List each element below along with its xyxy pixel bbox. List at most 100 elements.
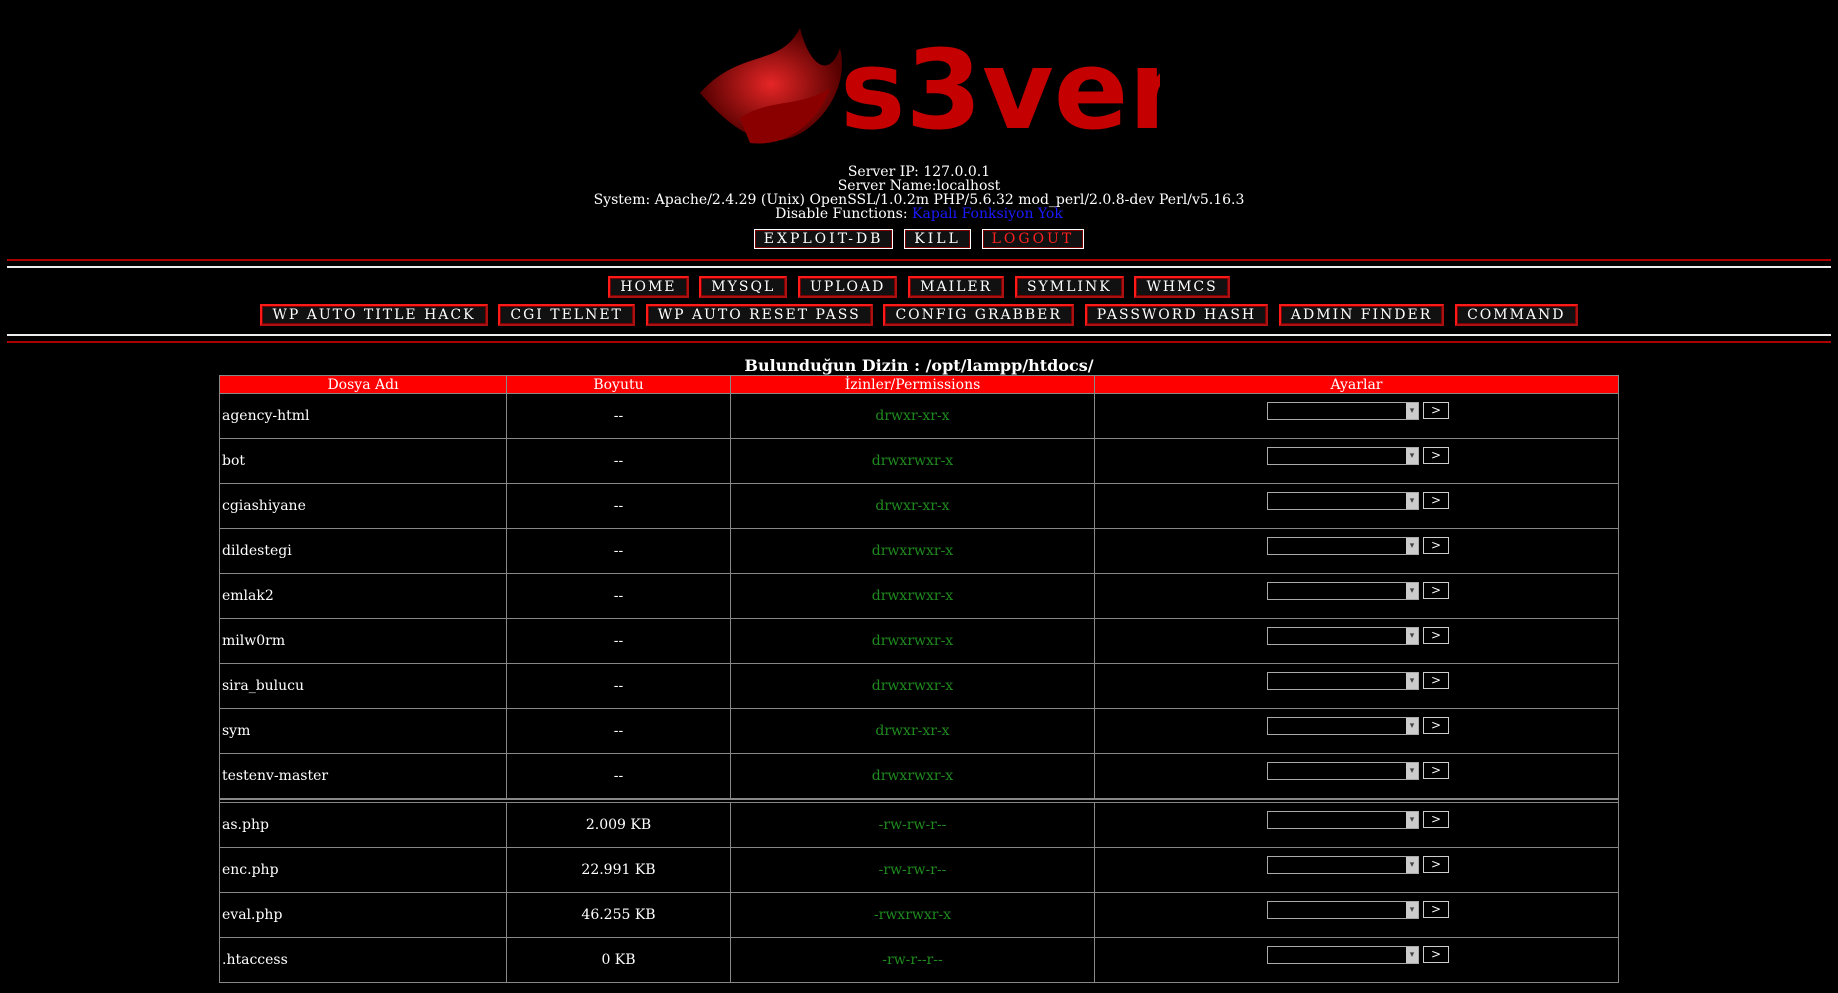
actions-cell: ▾ > [1094,483,1619,529]
chevron-down-icon: ▾ [1406,403,1418,419]
actions-cell: ▾ > [1094,663,1619,709]
wp-auto-reset-pass-button[interactable]: WP AUTO RESET PASS [645,304,873,326]
file-size: -- [506,708,731,754]
file-permissions[interactable]: -rwxrwxr-x [730,892,1095,938]
cgi-telnet-button[interactable]: CGI TELNET [498,304,635,326]
upload-button[interactable]: UPLOAD [798,276,898,298]
file-permissions[interactable]: drwxrwxr-x [730,618,1095,664]
divider [7,266,1831,268]
go-button[interactable]: > [1423,447,1449,464]
action-select[interactable]: ▾ [1267,762,1419,780]
action-select[interactable]: ▾ [1267,901,1419,919]
directory-name[interactable]: sira_bulucu [219,663,507,709]
file-size: -- [506,663,731,709]
action-select[interactable]: ▾ [1267,537,1419,555]
file-permissions[interactable]: drwxr-xr-x [730,393,1095,439]
go-button[interactable]: > [1423,582,1449,599]
file-permissions[interactable]: drwxrwxr-x [730,438,1095,484]
action-select[interactable]: ▾ [1267,447,1419,465]
file-name[interactable]: eval.php [219,892,507,938]
go-button[interactable]: > [1423,537,1449,554]
home-button[interactable]: HOME [608,276,689,298]
directory-name[interactable]: agency-html [219,393,507,439]
file-size: 46.255 KB [506,892,731,938]
directory-name[interactable]: cgiashiyane [219,483,507,529]
chevron-down-icon: ▾ [1406,947,1418,963]
directory-row: testenv-master -- drwxrwxr-x ▾ > [219,753,1619,800]
chevron-down-icon: ▾ [1406,673,1418,689]
file-name[interactable]: as.php [219,802,507,848]
action-select[interactable]: ▾ [1267,492,1419,510]
wp-auto-title-hack-button[interactable]: WP AUTO TITLE HACK [260,304,488,326]
whmcs-button[interactable]: WHMCS [1134,276,1230,298]
go-button[interactable]: > [1423,811,1449,828]
logout-button[interactable]: LOGOUT [981,229,1085,249]
action-select[interactable]: ▾ [1267,402,1419,420]
command-button[interactable]: COMMAND [1455,304,1578,326]
file-size: -- [506,483,731,529]
header-actions: Ayarlar [1094,375,1619,394]
actions-cell: ▾ > [1094,847,1619,893]
file-permissions[interactable]: -rw-rw-r-- [730,802,1095,848]
mailer-button[interactable]: MAILER [908,276,1005,298]
directory-name[interactable]: milw0rm [219,618,507,664]
directory-row: milw0rm -- drwxrwxr-x ▾ > [219,618,1619,664]
actions-cell: ▾ > [1094,393,1619,439]
go-button[interactable]: > [1423,901,1449,918]
actions-cell: ▾ > [1094,573,1619,619]
file-name[interactable]: .htaccess [219,937,507,983]
actions-cell: ▾ > [1094,528,1619,574]
go-button[interactable]: > [1423,856,1449,873]
directory-row: cgiashiyane -- drwxr-xr-x ▾ > [219,483,1619,529]
exploit-db-button[interactable]: EXPLOIT-DB [753,229,894,249]
file-permissions[interactable]: -rw-r--r-- [730,937,1095,983]
go-button[interactable]: > [1423,492,1449,509]
file-permissions[interactable]: drwxrwxr-x [730,573,1095,619]
go-button[interactable]: > [1423,946,1449,963]
action-select[interactable]: ▾ [1267,672,1419,690]
header-permissions: İzinler/Permissions [730,375,1095,394]
action-select[interactable]: ▾ [1267,811,1419,829]
go-button[interactable]: > [1423,762,1449,779]
file-size: -- [506,438,731,484]
directory-name[interactable]: testenv-master [219,753,507,800]
actions-cell: ▾ > [1094,753,1619,800]
file-permissions[interactable]: drwxrwxr-x [730,663,1095,709]
go-button[interactable]: > [1423,627,1449,644]
config-grabber-button[interactable]: CONFIG GRABBER [883,304,1074,326]
chevron-down-icon: ▾ [1406,857,1418,873]
action-select[interactable]: ▾ [1267,946,1419,964]
file-permissions[interactable]: drwxr-xr-x [730,708,1095,754]
chevron-down-icon: ▾ [1406,902,1418,918]
admin-finder-button[interactable]: ADMIN FINDER [1278,304,1445,326]
go-button[interactable]: > [1423,402,1449,419]
chevron-down-icon: ▾ [1406,493,1418,509]
file-permissions[interactable]: drwxrwxr-x [730,753,1095,800]
directory-name[interactable]: dildestegi [219,528,507,574]
directory-name[interactable]: emlak2 [219,573,507,619]
file-permissions[interactable]: drwxrwxr-x [730,528,1095,574]
action-select[interactable]: ▾ [1267,627,1419,645]
action-select[interactable]: ▾ [1267,717,1419,735]
kill-button[interactable]: KILL [904,229,971,249]
chevron-down-icon: ▾ [1406,448,1418,464]
disable-functions: Disable Functions: Kapalı Fonksiyon Yok [0,207,1838,221]
symlink-button[interactable]: SYMLINK [1014,276,1124,298]
go-button[interactable]: > [1423,672,1449,689]
file-name[interactable]: enc.php [219,847,507,893]
file-size: 22.991 KB [506,847,731,893]
chevron-down-icon: ▾ [1406,628,1418,644]
action-select[interactable]: ▾ [1267,856,1419,874]
directory-row: dildestegi -- drwxrwxr-x ▾ > [219,528,1619,574]
file-permissions[interactable]: -rw-rw-r-- [730,847,1095,893]
header-filename: Dosya Adı [219,375,507,394]
file-size: 0 KB [506,937,731,983]
action-select[interactable]: ▾ [1267,582,1419,600]
directory-name[interactable]: bot [219,438,507,484]
mysql-button[interactable]: MYSQL [699,276,788,298]
go-button[interactable]: > [1423,717,1449,734]
password-hash-button[interactable]: PASSWORD HASH [1084,304,1269,326]
file-size: -- [506,753,731,800]
directory-name[interactable]: sym [219,708,507,754]
file-permissions[interactable]: drwxr-xr-x [730,483,1095,529]
